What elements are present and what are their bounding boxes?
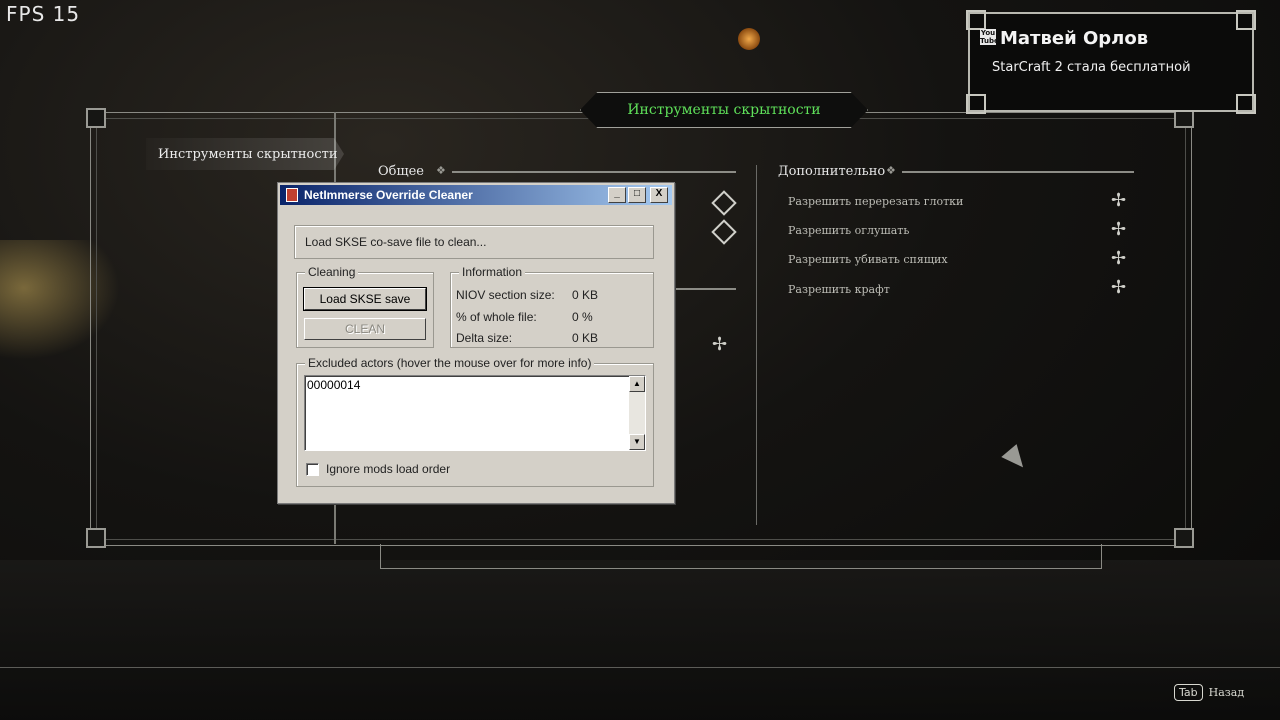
mcm-title-banner: Инструменты скрытности: [580, 92, 868, 128]
option-toggle-icon[interactable]: ✢: [1111, 248, 1126, 269]
channel-name: Матвей Орлов: [1000, 28, 1149, 49]
section-underline: [672, 288, 736, 290]
mod-list-item-label: Инструменты скрытности: [158, 146, 338, 162]
maximize-button[interactable]: □: [628, 187, 646, 203]
stream-overlay: You Tube Матвей Орлов StarCraft 2 стала …: [966, 10, 1256, 114]
youtube-icon: You Tube: [980, 29, 999, 45]
frame-corner-ornament: [86, 108, 106, 128]
information-group-label: Information: [459, 265, 526, 279]
textarea-scrollbar[interactable]: ▲ ▼: [629, 376, 645, 450]
info-label: NIOV section size:: [456, 288, 555, 302]
column-divider: [756, 165, 757, 525]
info-label: % of whole file:: [456, 310, 537, 324]
fps-counter: FPS 15: [6, 2, 81, 26]
ignore-load-order-checkbox[interactable]: [306, 463, 319, 476]
window-titlebar[interactable]: NetImmerse Override Cleaner _ □ X: [280, 185, 672, 205]
info-value: 0 KB: [572, 331, 599, 345]
option-toggle-icon[interactable]: ✢: [1111, 190, 1126, 211]
excluded-actor-entry: 00000014: [307, 378, 361, 392]
overlay-corner-ornament: [966, 10, 986, 30]
tab-key-icon: Tab: [1174, 684, 1203, 701]
scroll-up-icon[interactable]: ▲: [629, 376, 645, 392]
overlay-corner-ornament: [966, 94, 986, 114]
option-toggle-icon[interactable]: ✢: [1111, 277, 1126, 298]
minimize-button[interactable]: _: [608, 187, 626, 203]
back-hint[interactable]: Tab Назад: [1174, 684, 1244, 701]
mod-list-item-selected[interactable]: Инструменты скрытности: [146, 138, 344, 170]
section-ornament-icon: ❖: [886, 164, 896, 177]
load-file-box[interactable]: Load SKSE co-save file to clean...: [294, 225, 654, 259]
load-file-label: Load SKSE co-save file to clean...: [305, 235, 487, 249]
background-lamp: [738, 28, 760, 50]
back-label: Назад: [1208, 686, 1245, 699]
overlay-corner-ornament: [1236, 94, 1256, 114]
excluded-actors-textarea[interactable]: 00000014 ▲ ▼: [304, 375, 646, 451]
page-title: Инструменты скрытности: [627, 102, 821, 118]
background-ground: [0, 560, 1280, 720]
netimmerse-cleaner-window: NetImmerse Override Cleaner _ □ X Load S…: [277, 182, 675, 504]
section-ornament-icon: ❖: [436, 164, 446, 177]
info-value: 0 KB: [572, 288, 599, 302]
section-title-additional: Дополнительно: [778, 164, 886, 179]
clean-button[interactable]: CLEAN: [304, 318, 426, 340]
frame-corner-ornament: [1174, 528, 1194, 548]
close-button[interactable]: X: [650, 187, 668, 203]
app-icon: [286, 188, 298, 202]
cleaning-group-label: Cleaning: [305, 265, 359, 279]
section-underline: [452, 171, 736, 173]
excluded-actors-label: Excluded actors (hover the mouse over fo…: [305, 356, 595, 370]
footer-divider: [0, 667, 1280, 668]
option-label[interactable]: Разрешить убивать спящих: [788, 253, 948, 266]
section-underline: [902, 171, 1134, 173]
frame-bottom-trough: [380, 544, 1102, 569]
frame-corner-ornament: [86, 528, 106, 548]
info-value: 0 %: [572, 310, 593, 324]
info-label: Delta size:: [456, 331, 513, 345]
option-toggle-icon[interactable]: ✢: [712, 334, 727, 355]
option-label[interactable]: Разрешить крафт: [788, 283, 890, 296]
overlay-message: StarCraft 2 стала бесплатной: [992, 60, 1191, 75]
scroll-down-icon[interactable]: ▼: [629, 434, 645, 450]
load-skse-save-button[interactable]: Load SKSE save: [303, 287, 427, 311]
option-label[interactable]: Разрешить перерезать глотки: [788, 195, 963, 208]
option-toggle-icon[interactable]: ✢: [1111, 219, 1126, 240]
window-title: NetImmerse Override Cleaner: [304, 188, 473, 202]
section-title-general: Общее: [378, 164, 424, 179]
option-label[interactable]: Разрешить оглушать: [788, 224, 909, 237]
overlay-corner-ornament: [1236, 10, 1256, 30]
ignore-load-order-label[interactable]: Ignore mods load order: [326, 462, 450, 476]
